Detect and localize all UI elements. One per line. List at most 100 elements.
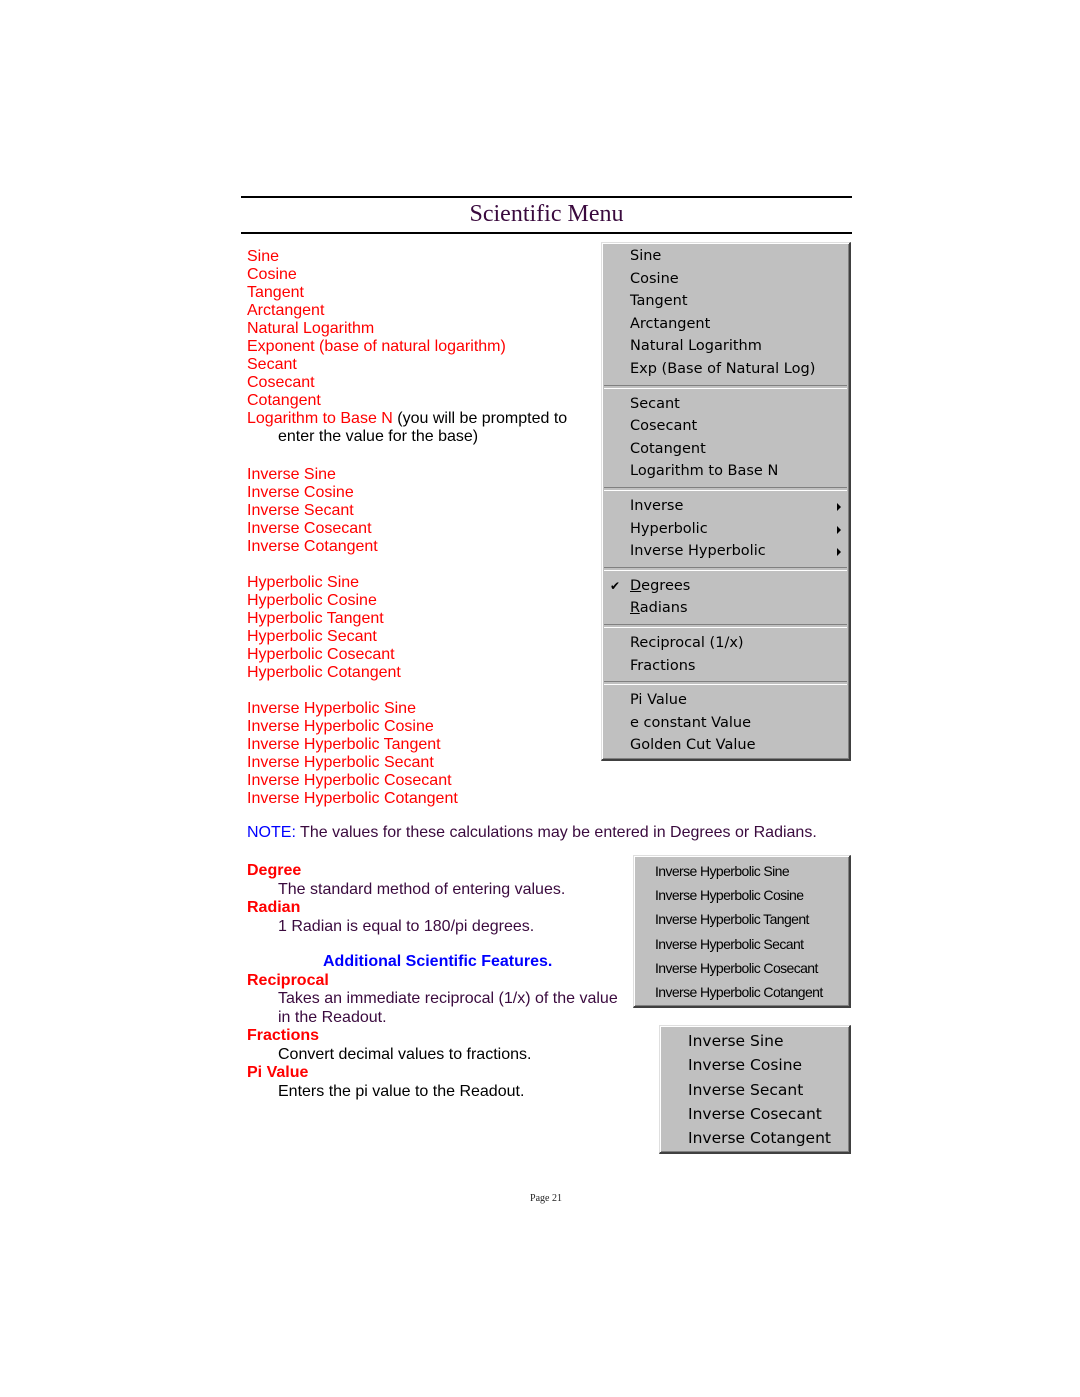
submenu-item-inverse-hyperbolic-sine[interactable]: Inverse Hyperbolic Sine — [634, 859, 849, 883]
menu-item-log-base-n[interactable]: Logarithm to Base N — [602, 460, 849, 483]
inverse-hyperbolic-submenu: Inverse Hyperbolic Sine Inverse Hyperbol… — [633, 855, 851, 1009]
submenu-arrow-icon — [837, 502, 841, 511]
degree-description: The standard method of entering values. — [278, 880, 566, 898]
fractions-heading: Fractions — [247, 1027, 320, 1044]
menu-item-golden-cut[interactable]: Golden Cut Value — [602, 734, 849, 757]
title-rule-top — [241, 196, 852, 198]
note-text: The values for these calculations may be… — [295, 824, 817, 841]
submenu-item-inverse-cosecant[interactable]: Inverse Cosecant — [660, 1102, 849, 1126]
menu-item-hyperbolic[interactable]: Hyperbolic — [602, 518, 849, 541]
function-inverse-sine: Inverse Sine — [247, 466, 336, 483]
menu-item-fractions[interactable]: Fractions — [602, 655, 849, 678]
inverse-submenu: Inverse Sine Inverse Cosine Inverse Seca… — [659, 1025, 851, 1155]
function-sine: Sine — [247, 248, 280, 265]
menu-item-cotangent[interactable]: Cotangent — [602, 438, 849, 461]
function-hyperbolic-cotangent: Hyperbolic Cotangent — [247, 664, 401, 681]
function-inverse-cotangent: Inverse Cotangent — [247, 538, 378, 555]
function-list: Sine Cosine Tangent Arctangent Natural L… — [247, 248, 567, 808]
menu-item-label: Inverse Hyperbolic — [630, 543, 766, 560]
submenu-item-inverse-cotangent[interactable]: Inverse Cotangent — [660, 1126, 849, 1150]
pi-value-description: Enters the pi value to the Readout. — [278, 1082, 525, 1100]
submenu-item-inverse-hyperbolic-tangent[interactable]: Inverse Hyperbolic Tangent — [634, 907, 849, 931]
submenu-item-inverse-hyperbolic-secant[interactable]: Inverse Hyperbolic Secant — [634, 932, 849, 956]
pi-value-heading: Pi Value — [247, 1064, 309, 1081]
menu-item-label: Inverse — [630, 497, 684, 514]
function-log-base-n: Logarithm to Base N (you will be prompte… — [247, 410, 567, 428]
submenu-item-inverse-secant[interactable]: Inverse Secant — [660, 1078, 849, 1102]
submenu-item-inverse-sine[interactable]: Inverse Sine — [660, 1029, 849, 1053]
log-base-n-note: (you will be prompted to — [392, 410, 568, 427]
submenu-item-inverse-hyperbolic-cosecant[interactable]: Inverse Hyperbolic Cosecant — [634, 956, 849, 980]
note-label: NOTE: — [247, 824, 296, 841]
menu-item-radians[interactable]: Radians — [602, 597, 849, 620]
menu-separator — [604, 566, 847, 571]
menu-item-reciprocal[interactable]: Reciprocal (1/x) — [602, 632, 849, 655]
submenu-arrow-icon — [837, 548, 841, 557]
function-inverse-secant: Inverse Secant — [247, 502, 354, 519]
function-tangent: Tangent — [247, 284, 304, 301]
function-cotangent: Cotangent — [247, 392, 321, 409]
menu-item-exp[interactable]: Exp (Base of Natural Log) — [602, 358, 849, 381]
submenu-arrow-icon — [837, 525, 841, 534]
menu-separator — [604, 623, 847, 628]
function-arctangent: Arctangent — [247, 302, 325, 319]
title-rule-bottom — [241, 232, 852, 234]
function-inverse-hyperbolic-cotangent: Inverse Hyperbolic Cotangent — [247, 790, 458, 807]
additional-features-title: Additional Scientific Features. — [323, 953, 553, 970]
function-inverse-hyperbolic-cosecant: Inverse Hyperbolic Cosecant — [247, 772, 452, 789]
checkmark-icon: ✔ — [610, 578, 621, 593]
features-section: Degree The standard method of entering v… — [247, 862, 632, 1101]
function-inverse-hyperbolic-secant: Inverse Hyperbolic Secant — [247, 754, 434, 771]
menu-item-inverse-hyperbolic[interactable]: Inverse Hyperbolic — [602, 540, 849, 563]
menu-item-inverse[interactable]: Inverse — [602, 495, 849, 518]
radian-heading: Radian — [247, 899, 301, 916]
menu-item-arctangent[interactable]: Arctangent — [602, 313, 849, 336]
log-base-n-note-cont: enter the value for the base) — [278, 428, 479, 445]
function-secant: Secant — [247, 356, 297, 373]
function-inverse-hyperbolic-cosine: Inverse Hyperbolic Cosine — [247, 718, 434, 735]
mnemonic: D — [630, 577, 642, 594]
menu-item-e-constant[interactable]: e constant Value — [602, 712, 849, 735]
reciprocal-description-cont: in the Readout. — [278, 1008, 387, 1026]
page-number: Page 21 — [530, 1193, 562, 1204]
menu-item-sine[interactable]: Sine — [602, 245, 849, 268]
menu-separator — [604, 486, 847, 491]
menu-item-cosecant[interactable]: Cosecant — [602, 415, 849, 438]
function-hyperbolic-tangent: Hyperbolic Tangent — [247, 610, 384, 627]
reciprocal-description: Takes an immediate reciprocal (1/x) of t… — [278, 990, 618, 1007]
function-hyperbolic-cosine: Hyperbolic Cosine — [247, 592, 377, 609]
radian-description: 1 Radian is equal to 180/pi degrees. — [278, 917, 535, 935]
menu-separator — [604, 384, 847, 389]
function-hyperbolic-sine: Hyperbolic Sine — [247, 574, 360, 591]
function-inverse-hyperbolic-tangent: Inverse Hyperbolic Tangent — [247, 736, 441, 753]
function-inverse-cosine: Inverse Cosine — [247, 484, 354, 501]
submenu-item-inverse-hyperbolic-cosine[interactable]: Inverse Hyperbolic Cosine — [634, 883, 849, 907]
function-natural-logarithm: Natural Logarithm — [247, 320, 375, 337]
menu-item-natural-logarithm[interactable]: Natural Logarithm — [602, 335, 849, 358]
menu-item-degrees[interactable]: ✔ Degrees — [602, 575, 849, 598]
menu-item-label: egrees — [641, 577, 691, 594]
mnemonic: R — [630, 600, 640, 617]
function-cosecant: Cosecant — [247, 374, 315, 391]
degree-heading: Degree — [247, 862, 302, 879]
menu-item-cosine[interactable]: Cosine — [602, 268, 849, 291]
submenu-item-inverse-cosine[interactable]: Inverse Cosine — [660, 1053, 849, 1077]
submenu-item-inverse-hyperbolic-cotangent[interactable]: Inverse Hyperbolic Cotangent — [634, 980, 849, 1004]
page-title: Scientific Menu — [469, 201, 624, 227]
menu-item-label: Hyperbolic — [630, 520, 708, 537]
function-cosine: Cosine — [247, 266, 297, 283]
menu-separator — [604, 681, 847, 686]
menu-item-pi-value[interactable]: Pi Value — [602, 689, 849, 712]
scientific-menu: Sine Cosine Tangent Arctangent Natural L… — [601, 242, 851, 761]
function-inverse-cosecant: Inverse Cosecant — [247, 520, 372, 537]
note: NOTE: The values for these calculations … — [247, 824, 817, 842]
function-hyperbolic-secant: Hyperbolic Secant — [247, 628, 377, 645]
menu-item-secant[interactable]: Secant — [602, 393, 849, 416]
function-hyperbolic-cosecant: Hyperbolic Cosecant — [247, 646, 395, 663]
menu-item-label: adians — [639, 600, 688, 617]
log-base-n-label: Logarithm to Base N — [247, 410, 393, 427]
fractions-description: Convert decimal values to fractions. — [278, 1045, 532, 1063]
reciprocal-heading: Reciprocal — [247, 971, 329, 989]
menu-item-tangent[interactable]: Tangent — [602, 290, 849, 313]
function-inverse-hyperbolic-sine: Inverse Hyperbolic Sine — [247, 700, 416, 717]
